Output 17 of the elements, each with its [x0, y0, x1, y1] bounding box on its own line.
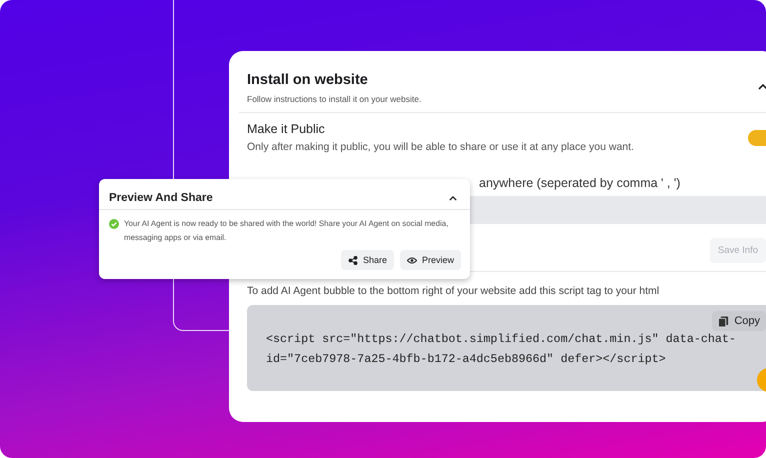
section-title: Install on website	[247, 72, 369, 88]
section-subtitle: Follow instructions to install it on your website.	[247, 94, 422, 104]
check-circle-icon	[109, 219, 119, 229]
share-button[interactable]: Share	[340, 250, 394, 270]
field-label: anywhere (seperated by comma ' , ')	[479, 176, 682, 190]
share-icon	[348, 256, 358, 264]
copy-icon	[718, 316, 730, 326]
popup-title: Preview And Share	[109, 192, 213, 204]
code-text: <script src="https://chatbot.simplified.com/chat.min.js" data-chat-id="7ceb7978-7a25-4bfb-b172-a4dc5eb8966d" defer></script>	[266, 331, 736, 368]
preview-button[interactable]: Preview	[400, 250, 461, 270]
copy-button[interactable]: Copy	[712, 311, 766, 331]
eye-icon	[406, 256, 417, 264]
setting-description: Only after making it public, you will be able to share or use it at any place you want.	[247, 141, 634, 153]
instruction-text: To add AI Agent bubble to the bottom right of your website add this script tag to your html	[247, 285, 660, 297]
chevron-up-icon[interactable]	[449, 196, 457, 200]
setting-label: Make it Public	[247, 122, 326, 136]
chevron-up-icon[interactable]	[758, 84, 766, 90]
